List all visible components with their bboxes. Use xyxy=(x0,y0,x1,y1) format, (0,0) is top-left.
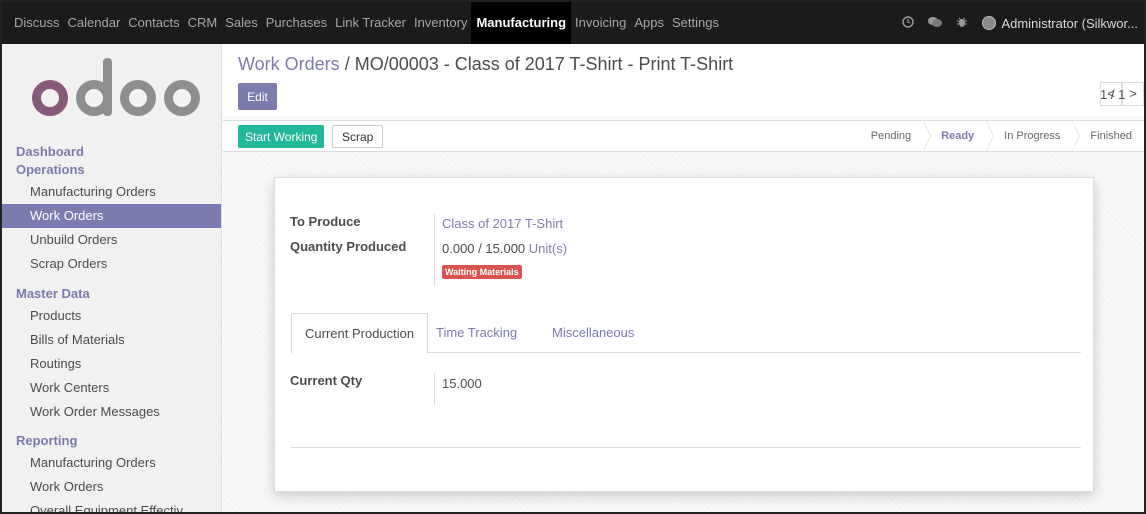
sidebar-section-master-data: Master Data xyxy=(16,286,90,301)
bug-icon[interactable] xyxy=(956,16,968,31)
pager: 1 / 1 < > xyxy=(1100,82,1144,106)
menu-inventory[interactable]: Inventory xyxy=(410,2,471,44)
page-title: MO/00003 - Class of 2017 T-Shirt - Print… xyxy=(354,54,734,74)
sidebar-item-work-centers[interactable]: Work Centers xyxy=(2,376,221,400)
pager-next-button[interactable]: > xyxy=(1122,82,1144,106)
sidebar-item-manufacturing-orders[interactable]: Manufacturing Orders xyxy=(2,180,221,204)
menu-manufacturing[interactable]: Manufacturing xyxy=(471,2,572,44)
app-menu: Discuss Calendar Contacts CRM Sales Purc… xyxy=(10,2,723,44)
menu-calendar[interactable]: Calendar xyxy=(64,2,125,44)
edit-button[interactable]: Edit xyxy=(238,83,277,110)
menu-invoicing[interactable]: Invoicing xyxy=(571,2,630,44)
status-badge: Waiting Materials xyxy=(442,265,522,279)
form-tabs: Current Production Time Tracking Miscell… xyxy=(291,313,1081,354)
qty-separator: / xyxy=(474,241,486,256)
top-navbar: Discuss Calendar Contacts CRM Sales Purc… xyxy=(2,2,1144,44)
stage-in-progress[interactable]: In Progress xyxy=(986,120,1081,152)
menu-settings[interactable]: Settings xyxy=(668,2,723,44)
sidebar-item-bills-of-materials[interactable]: Bills of Materials xyxy=(2,328,221,352)
sidebar-item-overall-equipment-effectiveness[interactable]: Overall Equipment Effectiv... xyxy=(2,499,221,512)
breadcrumb-work-orders[interactable]: Work Orders xyxy=(238,54,340,74)
sidebar-item-scrap-orders[interactable]: Scrap Orders xyxy=(2,252,221,276)
start-working-button[interactable]: Start Working xyxy=(238,125,325,148)
sidebar-item-products[interactable]: Products xyxy=(2,304,221,328)
breadcrumb: Work Orders / MO/00003 - Class of 2017 T… xyxy=(238,54,733,75)
user-menu[interactable]: Administrator (Silkwor... xyxy=(982,16,1138,31)
chat-icon[interactable] xyxy=(928,16,943,31)
systray: Administrator (Silkwor... xyxy=(902,2,1138,44)
sidebar-item-work-order-messages[interactable]: Work Order Messages xyxy=(2,400,221,424)
product-link[interactable]: Class of 2017 T-Shirt xyxy=(442,216,563,231)
current-qty-label: Current Qty xyxy=(290,373,363,388)
to-produce-label: To Produce xyxy=(290,214,361,229)
status-bar: Start Working Scrap Pending Ready In Pro… xyxy=(223,120,1144,152)
main-content: Work Orders / MO/00003 - Class of 2017 T… xyxy=(223,44,1144,512)
menu-contacts[interactable]: Contacts xyxy=(124,2,183,44)
sidebar-section-dashboard[interactable]: Dashboard xyxy=(16,144,84,159)
sidebar-item-work-orders[interactable]: Work Orders xyxy=(2,204,221,228)
unit-link[interactable]: Unit(s) xyxy=(529,241,567,256)
clock-icon[interactable] xyxy=(902,15,915,31)
menu-discuss[interactable]: Discuss xyxy=(10,2,64,44)
menu-purchases[interactable]: Purchases xyxy=(262,2,331,44)
qty-total: 15.000 xyxy=(485,241,526,256)
sidebar-section-operations: Operations xyxy=(16,162,85,177)
app-window: Discuss Calendar Contacts CRM Sales Purc… xyxy=(0,0,1146,514)
quantity-produced-field[interactable]: 0.000 / 15.000 Unit(s) xyxy=(442,241,567,256)
section-divider xyxy=(291,447,1081,448)
pager-value[interactable]: 1 / 1 xyxy=(1100,87,1125,102)
sidebar-item-routings[interactable]: Routings xyxy=(2,352,221,376)
sidebar-item-report-work-orders[interactable]: Work Orders xyxy=(2,475,221,499)
tab-current-production[interactable]: Current Production xyxy=(291,313,429,354)
control-panel: Work Orders / MO/00003 - Class of 2017 T… xyxy=(223,44,1144,116)
odoo-logo xyxy=(32,58,202,128)
stage-pipeline: Pending Ready In Progress Finished xyxy=(858,120,1144,152)
sidebar-item-unbuild-orders[interactable]: Unbuild Orders xyxy=(2,228,221,252)
current-qty-value[interactable]: 15.000 xyxy=(442,376,482,391)
menu-sales[interactable]: Sales xyxy=(221,2,262,44)
current-qty-divider xyxy=(434,373,435,405)
avatar xyxy=(982,16,997,30)
menu-apps[interactable]: Apps xyxy=(630,2,668,44)
user-name: Administrator (Silkwor... xyxy=(1001,15,1138,31)
menu-link-tracker[interactable]: Link Tracker xyxy=(331,2,410,44)
tab-time-tracking[interactable]: Time Tracking xyxy=(423,313,530,353)
qty-produced: 0.000 xyxy=(442,241,475,256)
field-divider xyxy=(434,214,435,286)
sidebar-section-reporting: Reporting xyxy=(16,433,78,448)
sidebar-item-report-manufacturing-orders[interactable]: Manufacturing Orders xyxy=(2,451,221,475)
stage-ready[interactable]: Ready xyxy=(923,120,995,152)
stage-pending[interactable]: Pending xyxy=(858,120,932,152)
tab-miscellaneous[interactable]: Miscellaneous xyxy=(539,313,647,353)
quantity-produced-label: Quantity Produced xyxy=(290,239,407,254)
sidebar: Dashboard Operations Manufacturing Order… xyxy=(2,44,222,512)
scrap-button[interactable]: Scrap xyxy=(332,125,384,148)
stage-finished[interactable]: Finished xyxy=(1072,121,1144,151)
breadcrumb-separator: / xyxy=(339,54,355,74)
menu-crm[interactable]: CRM xyxy=(184,2,222,44)
form-sheet: To Produce Quantity Produced Class of 20… xyxy=(274,177,1094,492)
